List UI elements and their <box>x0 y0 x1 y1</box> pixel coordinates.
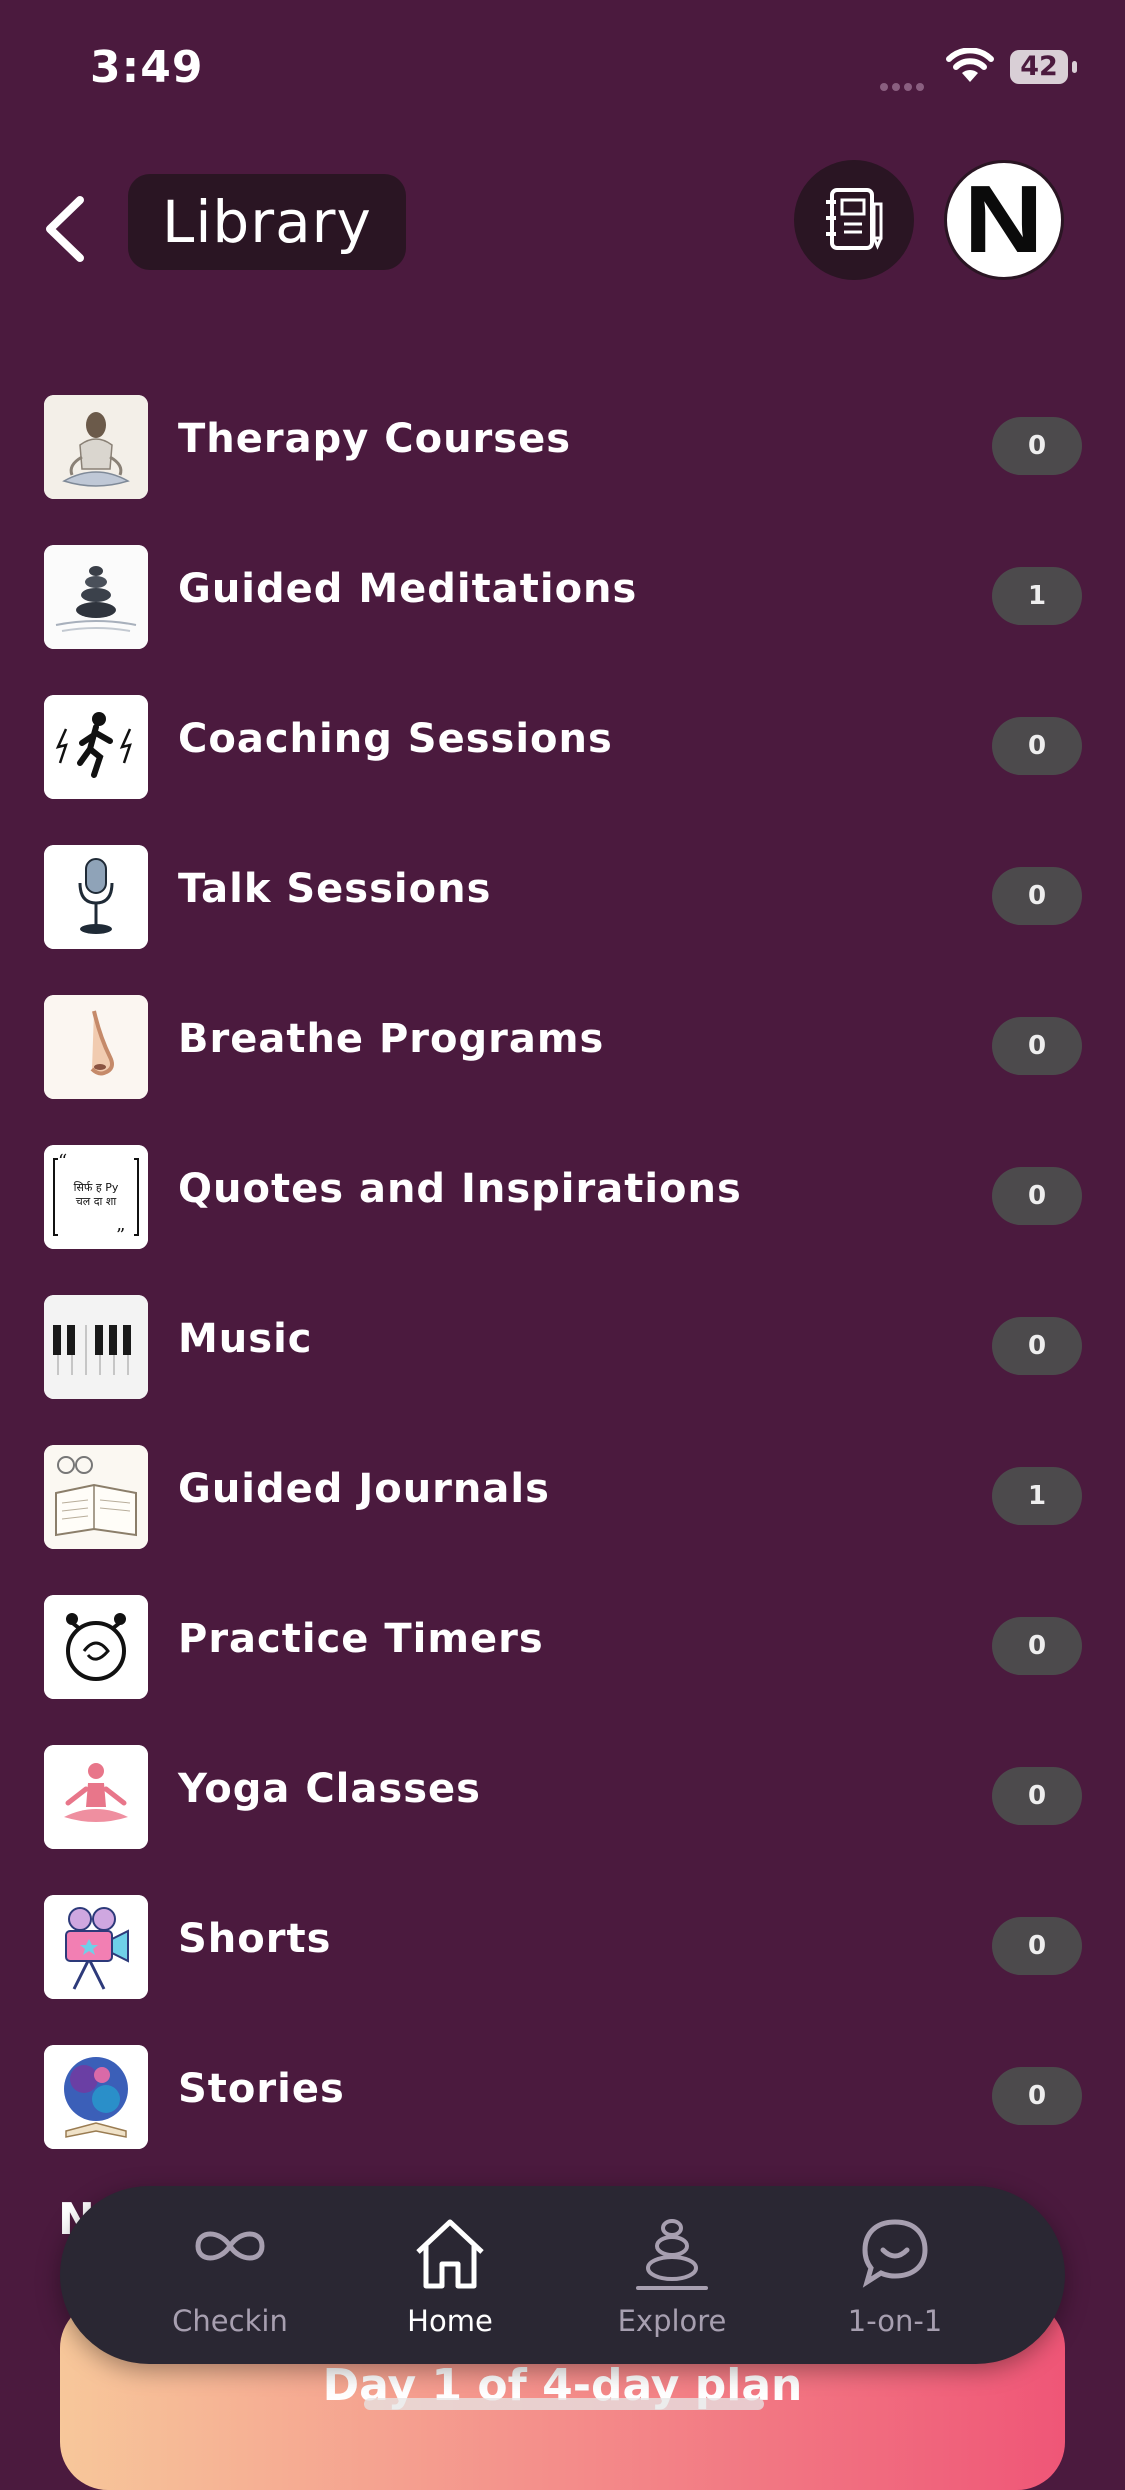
quote-card-text: चल दा शा <box>75 1195 117 1208</box>
chevron-left-icon <box>46 196 84 262</box>
home-indicator[interactable] <box>364 2398 764 2410</box>
profile-avatar[interactable]: N <box>944 160 1064 280</box>
battery-tip <box>1072 61 1077 73</box>
list-item-guided-journals[interactable]: Guided Journals 1 <box>0 1440 1125 1550</box>
count-badge: 0 <box>992 1767 1082 1825</box>
list-item-label: Stories <box>178 2066 345 2112</box>
stacked-stones-icon <box>44 545 148 649</box>
storybook-icon <box>44 2045 148 2149</box>
svg-text:“: “ <box>58 1151 67 1172</box>
nose-icon <box>44 995 148 1099</box>
tab-label: Explore <box>617 2304 727 2338</box>
list-item-label: Guided Journals <box>178 1466 550 1512</box>
notebook-button[interactable] <box>794 160 914 280</box>
tab-1-on-1[interactable]: 1-on-1 <box>795 2186 995 2364</box>
list-item-label: Quotes and Inspirations <box>178 1166 742 1212</box>
quote-card-icon: “ ” सिर्फ ह Py चल दा शा <box>44 1145 148 1249</box>
page-title: Library <box>128 174 406 270</box>
list-item-breathe-programs[interactable]: Breathe Programs 0 <box>0 990 1125 1100</box>
list-item-label: Breathe Programs <box>178 1016 605 1062</box>
microphone-icon <box>44 845 148 949</box>
count-badge: 0 <box>992 1017 1082 1075</box>
stones-icon <box>636 2219 708 2290</box>
tab-home[interactable]: Home <box>350 2186 550 2364</box>
tab-checkin[interactable]: Checkin <box>130 2186 330 2364</box>
cellular-signal-icon <box>880 76 934 91</box>
journal-icon <box>44 1445 148 1549</box>
list-item-label: Talk Sessions <box>178 866 492 912</box>
count-badge: 0 <box>992 2067 1082 2125</box>
list-item-stories[interactable]: Stories 0 <box>0 2040 1125 2150</box>
wifi-icon <box>946 47 994 88</box>
notebook-icon <box>826 188 883 250</box>
count-badge: 0 <box>992 1917 1082 1975</box>
list-item-coaching-sessions[interactable]: Coaching Sessions 0 <box>0 690 1125 800</box>
list-item-yoga-classes[interactable]: Yoga Classes 0 <box>0 1740 1125 1850</box>
tab-label: 1-on-1 <box>847 2304 943 2338</box>
list-item-music[interactable]: Music 0 <box>0 1290 1125 1400</box>
list-item-guided-meditations[interactable]: Guided Meditations 1 <box>0 540 1125 650</box>
avatar-letter: N <box>964 166 1044 273</box>
infinity-icon <box>195 2231 265 2261</box>
count-badge: 0 <box>992 417 1082 475</box>
tab-label: Checkin <box>172 2304 288 2338</box>
piano-keys-icon <box>44 1295 148 1399</box>
chat-bubble-icon <box>862 2219 928 2288</box>
alarm-clock-icon <box>44 1595 148 1699</box>
tab-explore[interactable]: Explore <box>572 2186 772 2364</box>
list-item-label: Therapy Courses <box>178 416 572 462</box>
runner-lightning-icon <box>44 695 148 799</box>
count-badge: 1 <box>992 1467 1082 1525</box>
battery-indicator: 42 <box>1010 50 1068 84</box>
svg-text:”: ” <box>116 1225 125 1246</box>
yoga-pose-icon <box>44 1745 148 1849</box>
list-item-shorts[interactable]: Shorts 0 <box>0 1890 1125 2000</box>
list-item-label: Guided Meditations <box>178 566 638 612</box>
list-item-label: Music <box>178 1316 313 1362</box>
list-item-label: Yoga Classes <box>178 1766 481 1812</box>
list-item-label: Shorts <box>178 1916 332 1962</box>
home-icon <box>416 2219 484 2289</box>
status-time: 3:49 <box>90 42 204 93</box>
list-item-label: Coaching Sessions <box>178 716 613 762</box>
tab-label: Home <box>407 2304 493 2338</box>
count-badge: 0 <box>992 1317 1082 1375</box>
list-item-label: Practice Timers <box>178 1616 544 1662</box>
quote-card-text: सिर्फ ह Py <box>73 1181 119 1194</box>
list-item-practice-timers[interactable]: Practice Timers 0 <box>0 1590 1125 1700</box>
count-badge: 0 <box>992 1167 1082 1225</box>
meditating-woman-icon <box>44 395 148 499</box>
bottom-tab-bar: Checkin Home Explore 1-on-1 <box>60 2186 1065 2364</box>
count-badge: 0 <box>992 867 1082 925</box>
list-item-talk-sessions[interactable]: Talk Sessions 0 <box>0 840 1125 950</box>
count-badge: 0 <box>992 717 1082 775</box>
back-button[interactable] <box>40 194 96 264</box>
count-badge: 1 <box>992 567 1082 625</box>
list-item-quotes-and-inspirations[interactable]: “ ” सिर्फ ह Py चल दा शा Quotes and Inspir… <box>0 1140 1125 1250</box>
film-camera-icon <box>44 1895 148 1999</box>
count-badge: 0 <box>992 1617 1082 1675</box>
list-item-therapy-courses[interactable]: Therapy Courses 0 <box>0 390 1125 500</box>
